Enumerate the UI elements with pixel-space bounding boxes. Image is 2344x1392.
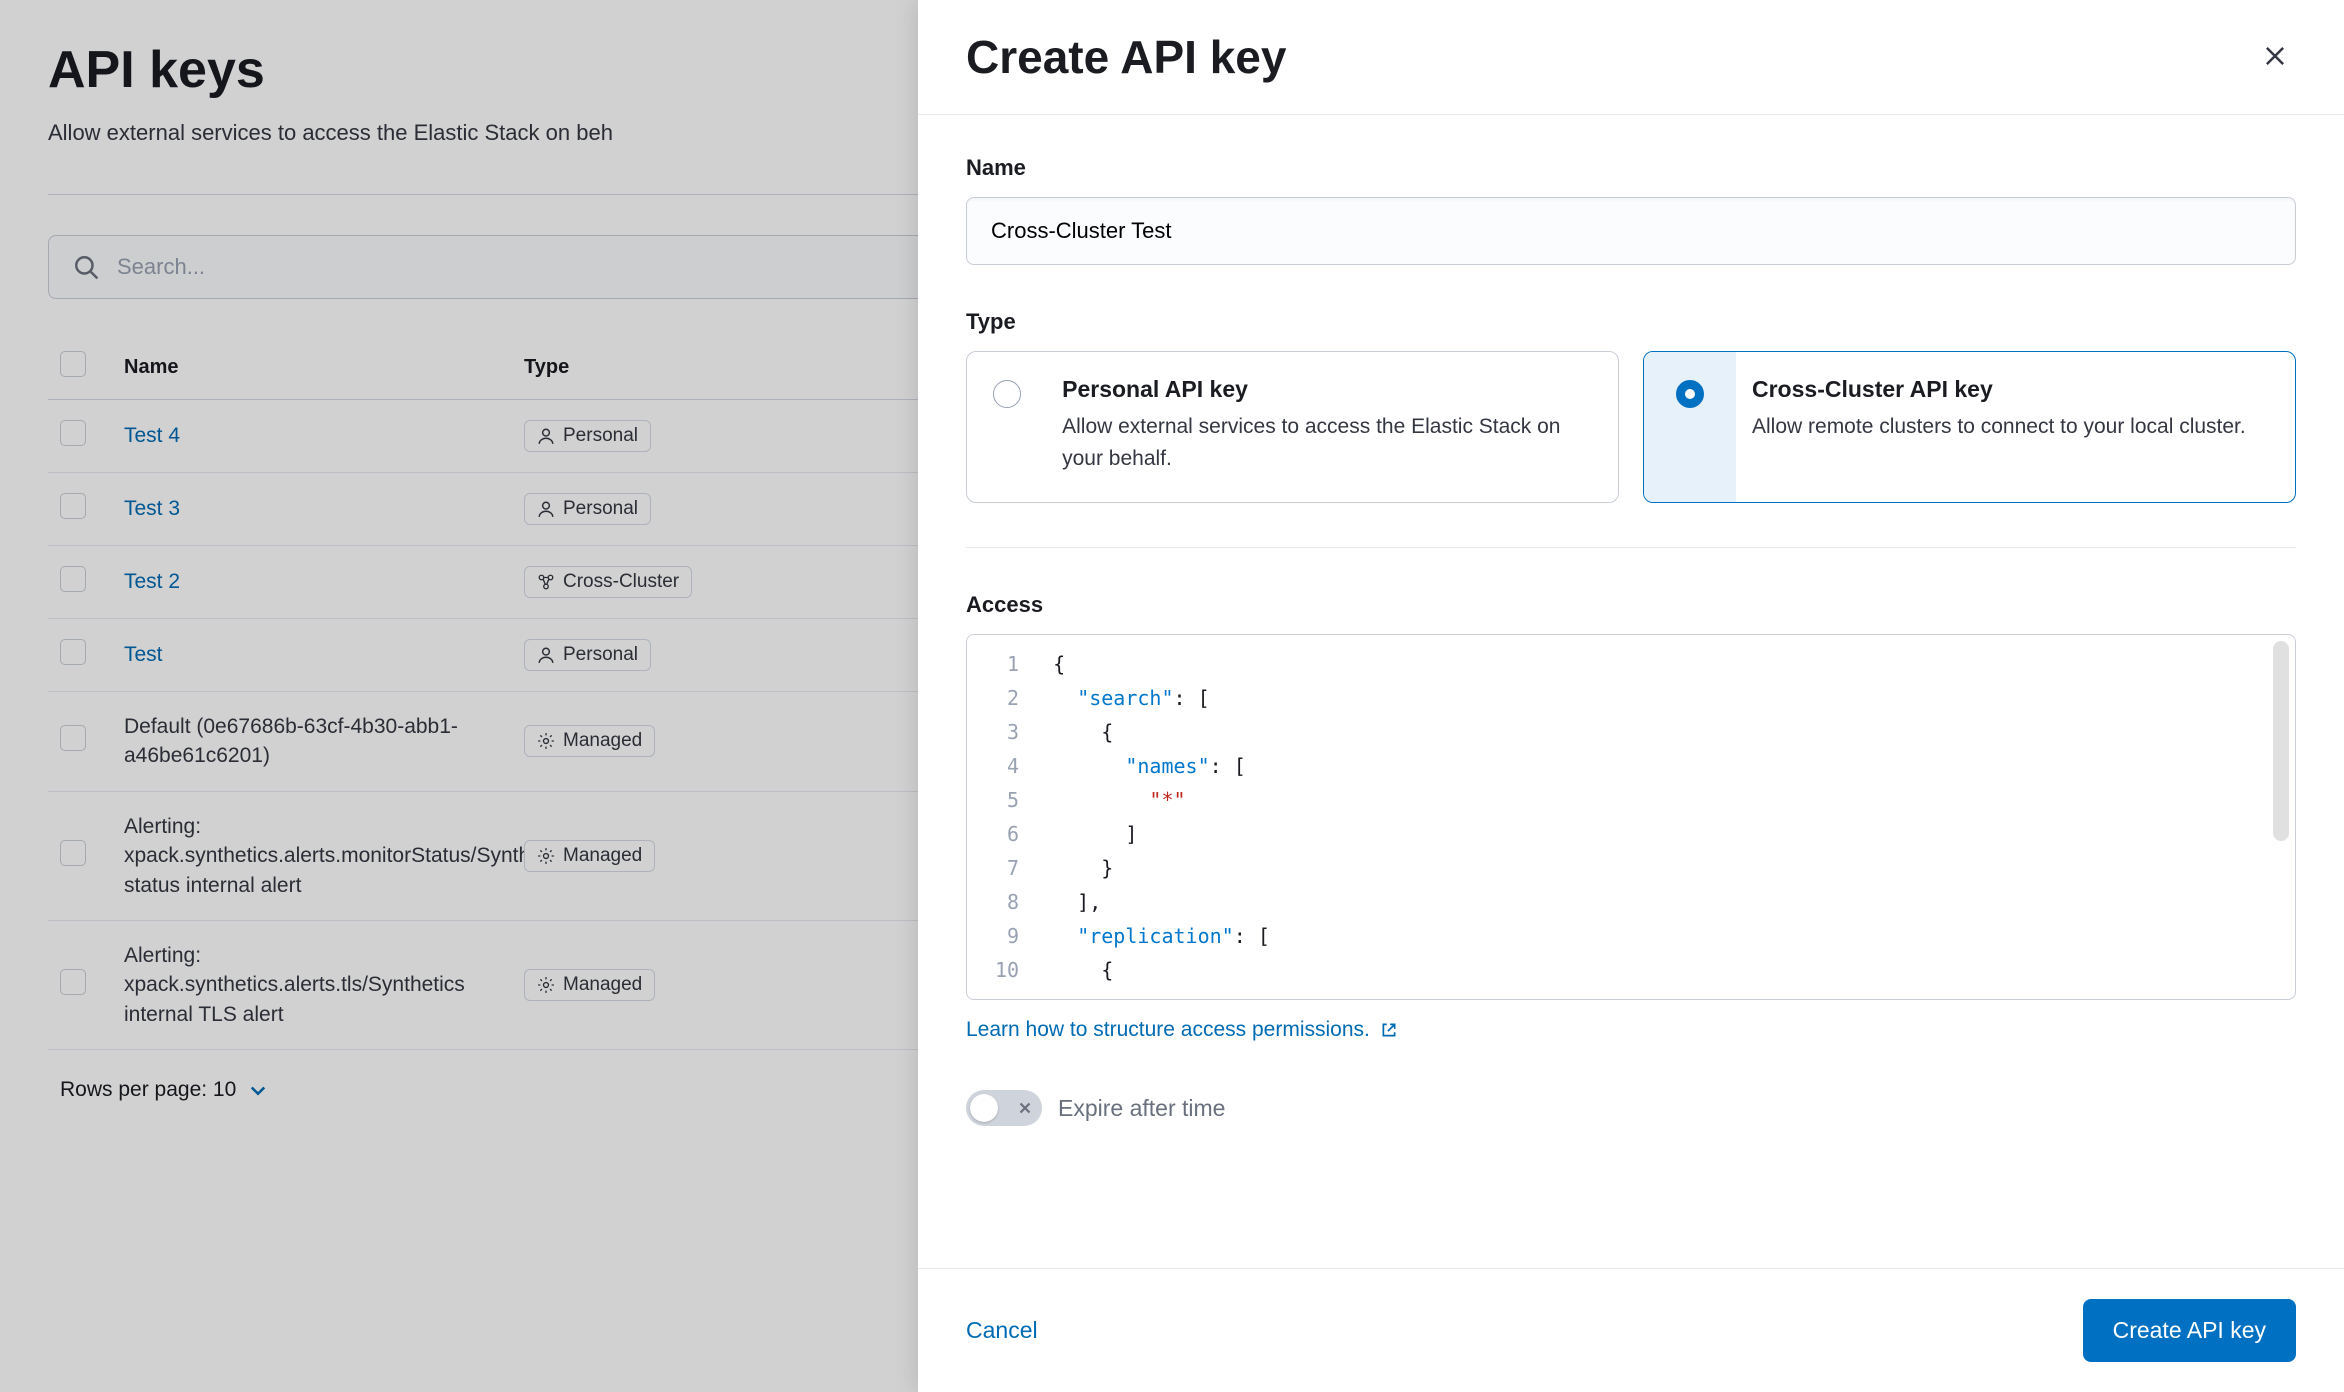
code-gutter: 12345678910	[967, 635, 1037, 999]
create-api-key-flyout: Create API key Name Type Personal API ke…	[918, 0, 2344, 1392]
access-label: Access	[966, 592, 2296, 618]
cancel-button[interactable]: Cancel	[966, 1317, 1038, 1344]
type-label: Type	[966, 309, 2296, 335]
flyout-header: Create API key	[918, 0, 2344, 115]
name-input[interactable]	[966, 197, 2296, 265]
flyout-body: Name Type Personal API key Allow externa…	[918, 115, 2344, 1268]
external-link-icon	[1380, 1021, 1398, 1039]
close-icon	[2262, 43, 2288, 69]
radio-title: Cross-Cluster API key	[1752, 376, 2246, 403]
radio-indicator	[993, 380, 1021, 408]
type-option-personal[interactable]: Personal API key Allow external services…	[966, 351, 1619, 503]
radio-desc: Allow external services to access the El…	[1062, 411, 1590, 474]
type-option-cross-cluster[interactable]: Cross-Cluster API key Allow remote clust…	[1643, 351, 2296, 503]
code-scrollbar[interactable]	[2271, 639, 2291, 995]
expire-label: Expire after time	[1058, 1095, 1225, 1122]
expire-toggle-row: Expire after time	[966, 1090, 2296, 1126]
x-icon	[1016, 1099, 1034, 1117]
radio-title: Personal API key	[1062, 376, 1590, 403]
radio-desc: Allow remote clusters to connect to your…	[1752, 411, 2246, 443]
flyout-footer: Cancel Create API key	[918, 1268, 2344, 1392]
close-button[interactable]	[2254, 35, 2296, 80]
access-help-link[interactable]: Learn how to structure access permission…	[966, 1018, 1398, 1042]
section-divider	[966, 547, 2296, 548]
flyout-title: Create API key	[966, 30, 1286, 84]
access-code-editor[interactable]: 12345678910 { "search": [ { "names": [ "…	[966, 634, 2296, 1000]
submit-button[interactable]: Create API key	[2083, 1299, 2296, 1362]
radio-indicator	[1676, 380, 1704, 408]
name-label: Name	[966, 155, 2296, 181]
code-content[interactable]: { "search": [ { "names": [ "*" ] } ], "r…	[1037, 635, 2295, 999]
expire-toggle[interactable]	[966, 1090, 1042, 1126]
